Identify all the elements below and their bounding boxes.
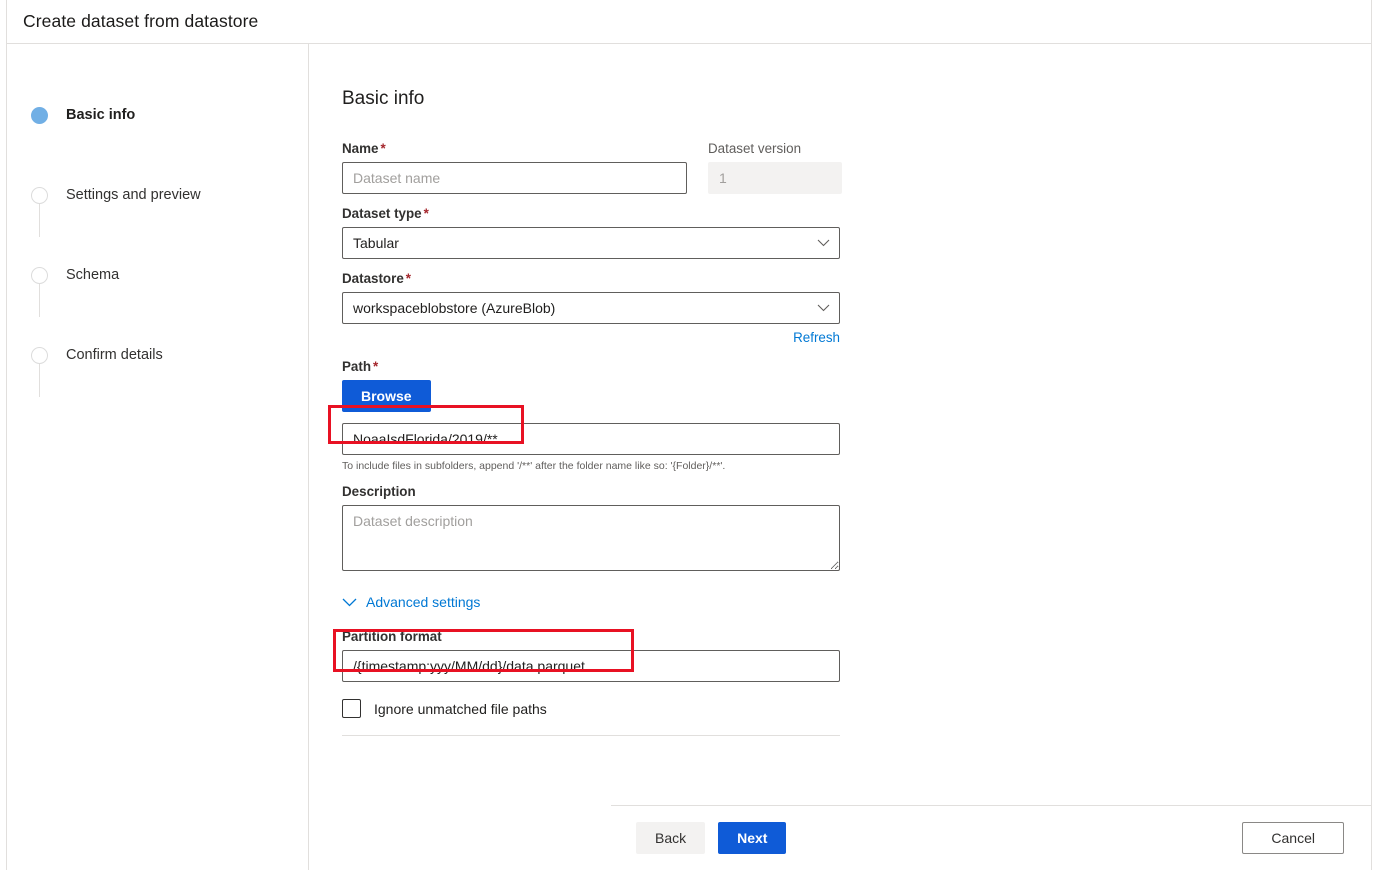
partition-format-input-wrap bbox=[342, 650, 840, 682]
wizard-sidebar: Basic info Settings and preview Schema C… bbox=[7, 44, 309, 870]
datastore-label-text: Datastore bbox=[342, 271, 404, 286]
dataset-version-label: Dataset version bbox=[708, 140, 842, 157]
next-button[interactable]: Next bbox=[718, 822, 786, 854]
chevron-down-icon bbox=[342, 594, 357, 610]
step-bullet-icon bbox=[31, 187, 48, 204]
dialog-header: Create dataset from datastore bbox=[7, 0, 1371, 44]
advanced-settings-toggle[interactable]: Advanced settings bbox=[342, 594, 480, 610]
ignore-unmatched-checkbox[interactable] bbox=[342, 699, 361, 718]
section-title: Basic info bbox=[342, 88, 1371, 110]
dialog-footer: Back Next Cancel bbox=[611, 805, 1371, 870]
page-title: Create dataset from datastore bbox=[23, 11, 258, 32]
dataset-type-label: Dataset type* bbox=[342, 205, 1371, 222]
dataset-type-select[interactable] bbox=[342, 227, 840, 259]
browse-button[interactable]: Browse bbox=[342, 380, 431, 412]
required-marker: * bbox=[424, 206, 429, 221]
sidebar-item-schema[interactable]: Schema bbox=[7, 263, 308, 287]
name-label: Name* bbox=[342, 140, 687, 157]
cancel-button[interactable]: Cancel bbox=[1242, 822, 1344, 854]
datastore-value[interactable] bbox=[342, 292, 840, 324]
required-marker: * bbox=[380, 141, 385, 156]
sidebar-item-settings-and-preview[interactable]: Settings and preview bbox=[7, 183, 308, 207]
refresh-link[interactable]: Refresh bbox=[793, 330, 840, 345]
create-dataset-dialog: Create dataset from datastore Basic info… bbox=[6, 0, 1372, 870]
advanced-settings-label: Advanced settings bbox=[366, 594, 480, 610]
refresh-row: Refresh bbox=[342, 329, 840, 347]
required-marker: * bbox=[373, 359, 378, 374]
dataset-version-group: Dataset version bbox=[708, 140, 842, 194]
dataset-type-label-text: Dataset type bbox=[342, 206, 422, 221]
name-field-group: Name* bbox=[342, 140, 687, 194]
description-label: Description bbox=[342, 483, 1371, 500]
footer-right-buttons: Cancel bbox=[1242, 822, 1344, 854]
back-button[interactable]: Back bbox=[636, 822, 705, 854]
datastore-label: Datastore* bbox=[342, 270, 1371, 287]
required-marker: * bbox=[406, 271, 411, 286]
screenshot-root: Create dataset from datastore Basic info… bbox=[0, 0, 1383, 870]
step-bullet-icon bbox=[31, 107, 48, 124]
path-hint-text: To include files in subfolders, append '… bbox=[342, 459, 840, 473]
dataset-version-input bbox=[708, 162, 842, 194]
dataset-type-group: Dataset type* bbox=[342, 205, 1371, 259]
description-group: Description bbox=[342, 483, 1371, 576]
name-version-row: Name* Dataset version bbox=[342, 140, 1371, 194]
datastore-group: Datastore* Refresh bbox=[342, 270, 1371, 347]
sidebar-item-label: Confirm details bbox=[66, 347, 163, 363]
sidebar-item-label: Settings and preview bbox=[66, 187, 201, 203]
description-textarea[interactable] bbox=[342, 505, 840, 571]
main-content: Basic info Name* Dataset version bbox=[309, 44, 1371, 870]
name-label-text: Name bbox=[342, 141, 378, 156]
path-group: Path* Browse To include files in subfold… bbox=[342, 358, 1371, 473]
path-label: Path* bbox=[342, 358, 1371, 375]
ignore-unmatched-label: Ignore unmatched file paths bbox=[374, 701, 547, 717]
datastore-select[interactable] bbox=[342, 292, 840, 324]
step-bullet-icon bbox=[31, 267, 48, 284]
dataset-name-input[interactable] bbox=[342, 162, 687, 194]
sidebar-item-label: Schema bbox=[66, 267, 119, 283]
sidebar-item-confirm-details[interactable]: Confirm details bbox=[7, 343, 308, 367]
dialog-body: Basic info Settings and preview Schema C… bbox=[7, 44, 1371, 870]
step-bullet-icon bbox=[31, 347, 48, 364]
sidebar-item-label: Basic info bbox=[66, 107, 135, 123]
section-divider bbox=[342, 735, 840, 736]
partition-format-group: Partition format bbox=[342, 628, 1371, 682]
form-scroll-area: Basic info Name* Dataset version bbox=[309, 44, 1371, 805]
footer-left-buttons: Back Next bbox=[636, 822, 786, 854]
partition-format-input[interactable] bbox=[342, 650, 840, 682]
path-input-wrap bbox=[342, 423, 840, 455]
path-input[interactable] bbox=[342, 423, 840, 455]
ignore-unmatched-row[interactable]: Ignore unmatched file paths bbox=[342, 699, 1371, 718]
path-label-text: Path bbox=[342, 359, 371, 374]
sidebar-item-basic-info[interactable]: Basic info bbox=[7, 103, 308, 127]
dataset-type-value[interactable] bbox=[342, 227, 840, 259]
partition-format-label: Partition format bbox=[342, 628, 1371, 645]
